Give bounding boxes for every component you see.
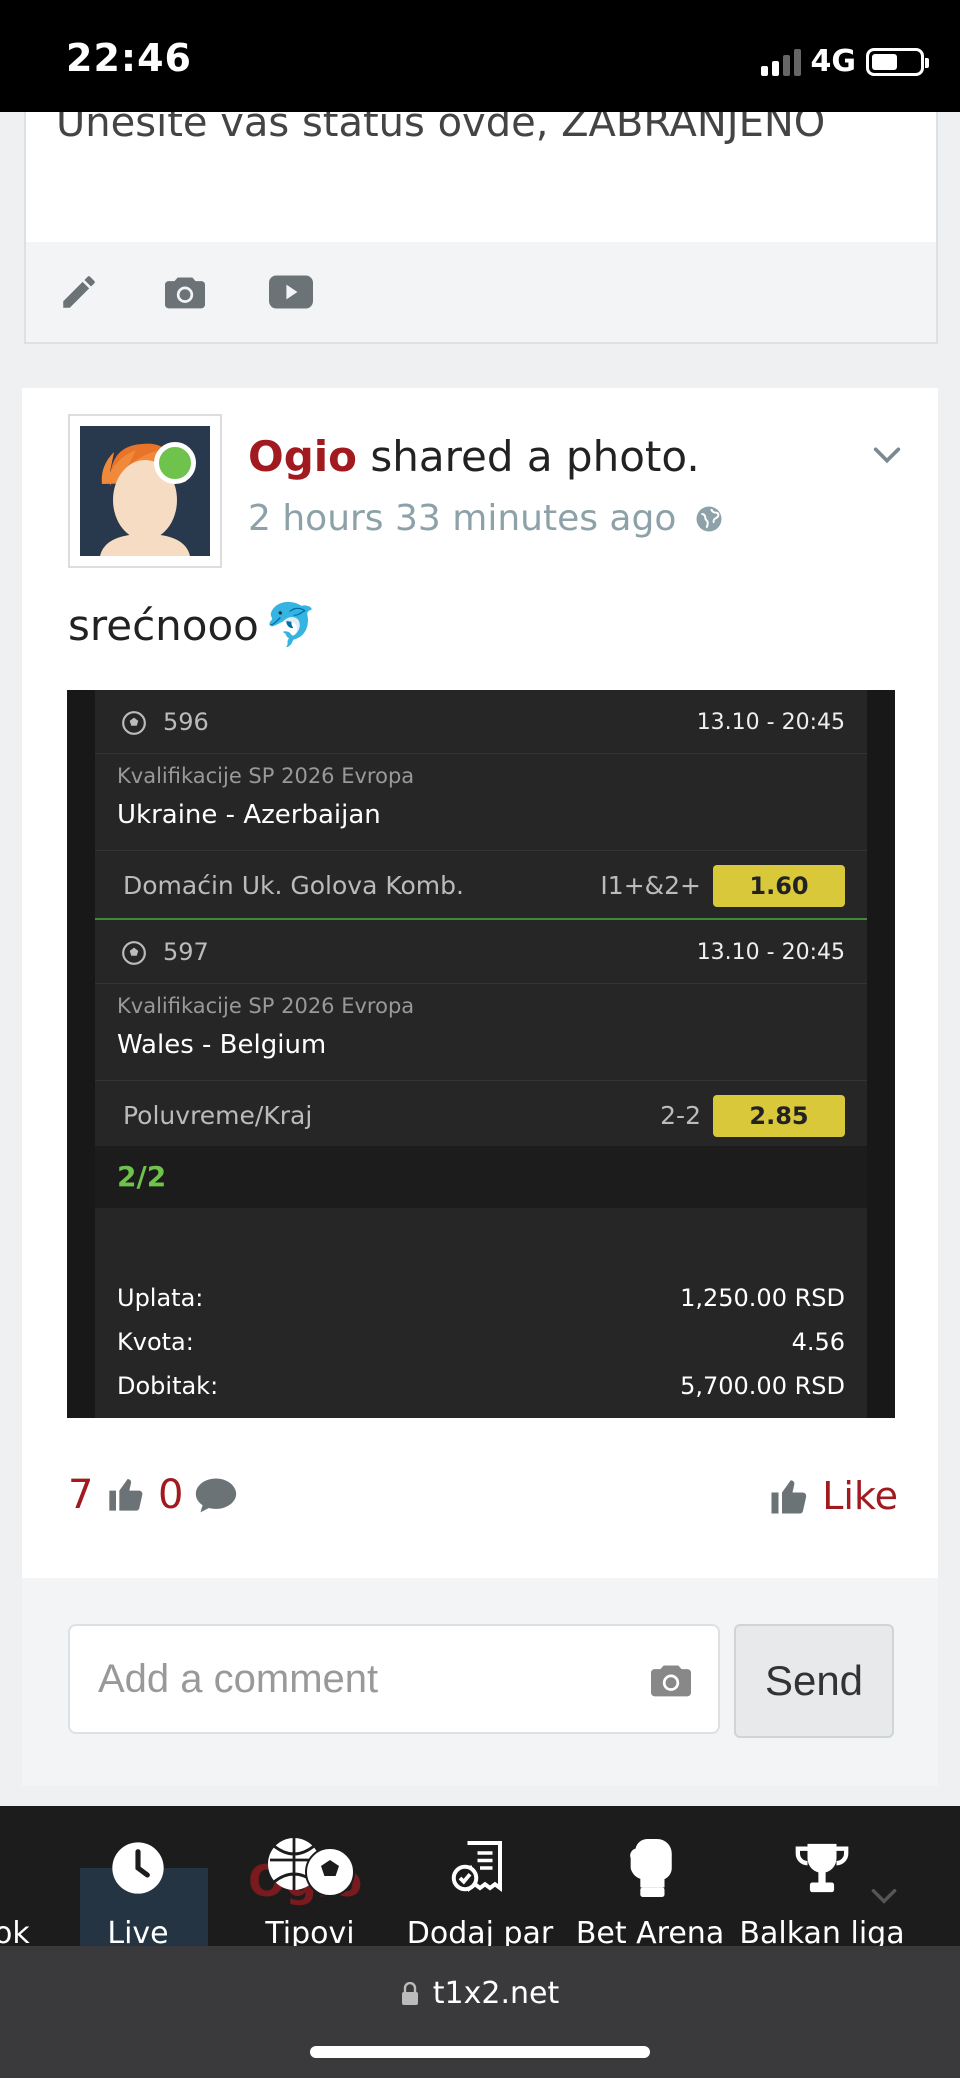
pick-code: 2-2 — [660, 1101, 701, 1130]
bet-slip-image[interactable]: 596 13.10 - 20:45 Kvalifikacije SP 2026 … — [67, 690, 895, 1418]
signal-icon — [760, 48, 801, 76]
caption-text: srećnooo — [68, 600, 259, 650]
pick-code: I1+&2+ — [600, 871, 701, 900]
pencil-icon[interactable] — [56, 269, 102, 315]
chevron-down-icon[interactable] — [870, 438, 904, 472]
dolphin-emoji: 🐬 — [264, 600, 318, 649]
pick-row: Domaćin Uk. Golova Komb. I1+&2+ 1.60 — [95, 850, 867, 918]
post-header: Ogio shared a photo. — [248, 432, 700, 481]
url-display[interactable]: t1x2.net — [0, 1976, 960, 2011]
nav-item-bet-arena[interactable]: Bet Arena — [576, 1806, 724, 1946]
status-bar: 22:46 4G — [0, 0, 960, 112]
combo-text: 2/2 — [117, 1160, 167, 1193]
comments-count: 0 — [158, 1472, 184, 1518]
like-label: Like — [822, 1474, 898, 1518]
pick-name: Poluvreme/Kraj — [123, 1101, 313, 1130]
composer-toolbar — [26, 242, 936, 342]
match-teams: Wales - Belgium — [117, 1030, 327, 1060]
comment-input[interactable] — [70, 1626, 630, 1732]
summary-label: Kvota: — [117, 1328, 194, 1356]
status-indicators: 4G — [760, 44, 929, 79]
post-card: Ogio shared a photo. 2 hours 33 minutes … — [22, 388, 938, 1578]
comment-area: Send — [22, 1578, 938, 1786]
bottom-nav: Ogio ok Live Tipovi Dodaj par Bet Arena … — [0, 1806, 960, 1946]
post-timestamp: 2 hours 33 minutes ago — [248, 498, 724, 539]
match-header: 596 13.10 - 20:45 — [95, 690, 867, 754]
summary-label: Dobitak: — [117, 1372, 219, 1400]
post-time-text: 2 hours 33 minutes ago — [248, 498, 677, 539]
nav-item-live[interactable]: Live — [88, 1806, 188, 1946]
nav-label: Tipovi — [265, 1916, 355, 1946]
status-composer: Unesite vas status ovde, ZABRANJENO — [24, 100, 938, 344]
nav-label: Live — [107, 1916, 169, 1946]
summary-label: Uplata: — [117, 1284, 204, 1312]
combo-row: 2/2 — [95, 1146, 867, 1208]
league-name: Kvalifikacije SP 2026 Evropa — [117, 994, 415, 1018]
match-date: 13.10 - 20:45 — [696, 940, 845, 965]
globe-icon — [696, 506, 722, 531]
lock-icon — [401, 1981, 418, 2005]
video-icon[interactable] — [268, 269, 314, 315]
thumbs-up-icon — [109, 1478, 143, 1511]
camera-icon[interactable] — [162, 269, 208, 315]
odd-badge: 2.85 — [713, 1095, 845, 1137]
clock-icon — [106, 1836, 170, 1900]
pick-row: Poluvreme/Kraj 2-2 2.85 — [95, 1080, 867, 1148]
author-name[interactable]: Ogio — [248, 432, 357, 481]
send-button[interactable]: Send — [734, 1624, 894, 1738]
home-indicator[interactable] — [310, 2046, 650, 2058]
post-caption: srećnooo 🐬 — [68, 600, 317, 650]
browser-url-bar: t1x2.net — [0, 1946, 960, 2078]
summary-value: 5,700.00 RSD — [680, 1372, 845, 1400]
odd-badge: 1.60 — [713, 865, 845, 907]
boxing-glove-icon — [618, 1836, 682, 1900]
nav-item-dodaj-par[interactable]: Dodaj par — [407, 1806, 553, 1946]
comment-icon[interactable] — [194, 1476, 238, 1514]
nav-label: Balkan liga — [739, 1916, 905, 1946]
football-icon — [122, 941, 146, 965]
match-id: 597 — [163, 938, 209, 966]
match-date: 13.10 - 20:45 — [696, 710, 845, 735]
bet-slip: 596 13.10 - 20:45 Kvalifikacije SP 2026 … — [95, 690, 867, 1418]
online-status-dot — [154, 442, 196, 484]
post-actions: 7 0 Like — [68, 1470, 898, 1530]
network-label: 4G — [810, 44, 857, 79]
post-action: shared a photo. — [370, 432, 700, 481]
like-button[interactable]: Like — [768, 1474, 898, 1518]
nav-label: Bet Arena — [575, 1916, 725, 1946]
nav-item-tipovi[interactable]: Tipovi — [252, 1806, 368, 1946]
match-teams: Ukraine - Azerbaijan — [117, 800, 381, 830]
summary-value: 4.56 — [791, 1328, 845, 1356]
comment-field — [68, 1624, 720, 1734]
match-id: 596 — [163, 708, 209, 736]
nav-item-balkan-liga[interactable]: Balkan liga — [739, 1806, 905, 1946]
trophy-icon — [790, 1836, 854, 1900]
status-time: 22:46 — [66, 36, 192, 80]
league-name: Kvalifikacije SP 2026 Evropa — [117, 764, 415, 788]
avatar-image — [80, 426, 210, 556]
summary-value: 1,250.00 RSD — [680, 1284, 845, 1312]
likes-count: 7 — [68, 1472, 94, 1518]
football-icon — [122, 711, 146, 735]
balls-icon — [260, 1836, 360, 1900]
nav-label: Dodaj par — [406, 1916, 554, 1946]
add-ticket-icon — [448, 1836, 512, 1900]
url-text: t1x2.net — [432, 1976, 560, 2011]
match-header: 597 13.10 - 20:45 — [95, 920, 867, 984]
nav-item-partial-label[interactable]: ok — [0, 1916, 30, 1946]
battery-icon — [866, 47, 929, 76]
pick-name: Domaćin Uk. Golova Komb. — [123, 871, 464, 900]
chevron-down-icon — [871, 1888, 897, 1904]
camera-icon[interactable] — [648, 1660, 694, 1700]
avatar[interactable] — [68, 414, 222, 568]
thumbs-up-icon — [771, 1480, 807, 1514]
